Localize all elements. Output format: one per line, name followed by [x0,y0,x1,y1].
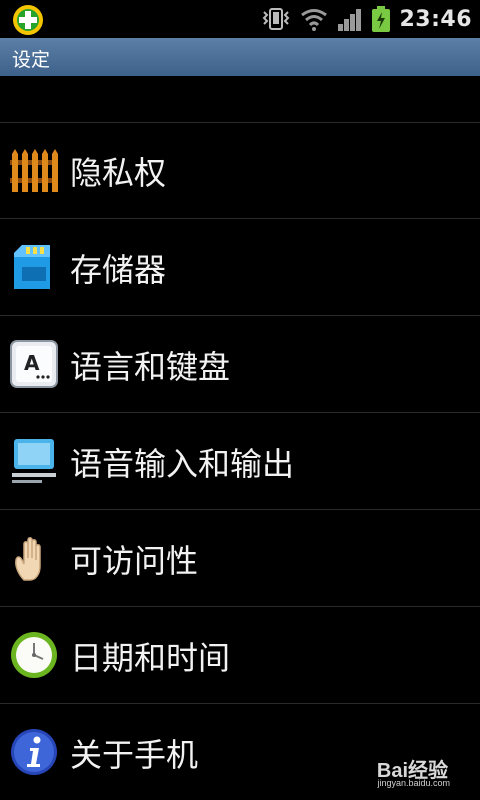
list-item-label: 日期和时间 [70,639,231,677]
clock-icon [11,632,57,678]
list-item-date-time[interactable]: 日期和时间 [0,607,480,704]
list-item-label: 可访问性 [70,542,199,580]
baidu-watermark: Bai经验 jingyan.baidu.com [358,754,454,790]
watermark-url: jingyan.baidu.com [377,778,450,788]
svg-text:A: A [24,351,40,375]
battery-charging-icon [372,6,391,32]
keyboard-key-icon: A [10,340,58,388]
wifi-icon [301,9,328,31]
list-item-language-keyboard[interactable]: A 语言和键盘 [0,316,480,413]
sd-card-icon [14,245,50,289]
title-bar: 设定 [0,38,480,76]
info-icon [11,729,57,775]
list-item-label: 语音输入和输出 [70,445,295,483]
list-item-privacy[interactable]: 隐私权 [0,122,480,219]
list-item-label: 语言和键盘 [70,348,231,386]
vibrate-icon [263,8,290,30]
settings-list[interactable]: 动作 隐私权 存储器 A 语言和键盘 [0,76,480,800]
fence-icon [10,149,58,192]
page-title: 设定 [12,49,51,71]
list-item-motion[interactable]: 动作 [0,76,480,123]
signal-icon [338,9,362,31]
status-bar: 23:46 [0,0,480,38]
list-item-label: 隐私权 [70,154,167,192]
hand-icon [15,537,41,581]
list-item-voice-io[interactable]: 语音输入和输出 [0,413,480,510]
status-time: 23:46 [399,6,472,32]
plus-app-icon [13,5,43,35]
list-item-label: 存储器 [70,251,167,289]
list-item-storage[interactable]: 存储器 [0,219,480,316]
list-item-label: 关于手机 [70,736,199,774]
list-item-accessibility[interactable]: 可访问性 [0,510,480,607]
monitor-icon [12,439,56,483]
